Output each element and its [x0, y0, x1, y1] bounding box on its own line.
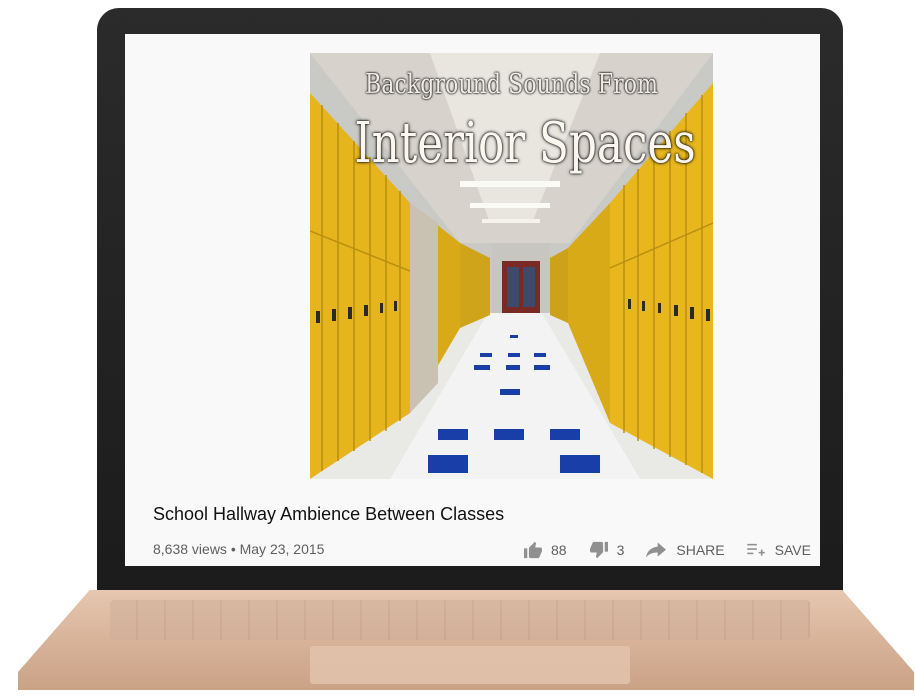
share-button[interactable]: SHARE — [646, 542, 725, 558]
video-meta: 8,638 views • May 23, 2015 — [153, 541, 325, 557]
thumbs-down-icon — [589, 541, 608, 559]
video-thumbnail[interactable]: Background Sounds From Interior Spaces — [310, 53, 713, 479]
thumbs-up-icon — [524, 541, 542, 559]
video-title: School Hallway Ambience Between Classes — [153, 504, 505, 524]
artwork-subtitle: Background Sounds From — [365, 69, 658, 100]
playlist-add-icon — [746, 543, 765, 556]
share-arrow-icon — [646, 542, 667, 558]
laptop-keyboard — [110, 600, 810, 640]
like-count: 88 — [551, 542, 567, 558]
video-page: Background Sounds From Interior Spaces S… — [125, 34, 820, 566]
like-button[interactable]: 88 — [523, 541, 567, 559]
share-label: SHARE — [676, 542, 725, 558]
dislike-button[interactable]: 3 — [589, 541, 625, 559]
laptop-trackpad — [310, 646, 630, 684]
video-actions: 88 3 SHARE SAVE — [523, 539, 811, 561]
save-button[interactable]: SAVE — [746, 542, 811, 558]
artwork-title: Interior Spaces — [354, 111, 696, 176]
dislike-count: 3 — [616, 542, 625, 558]
save-label: SAVE — [774, 542, 811, 558]
